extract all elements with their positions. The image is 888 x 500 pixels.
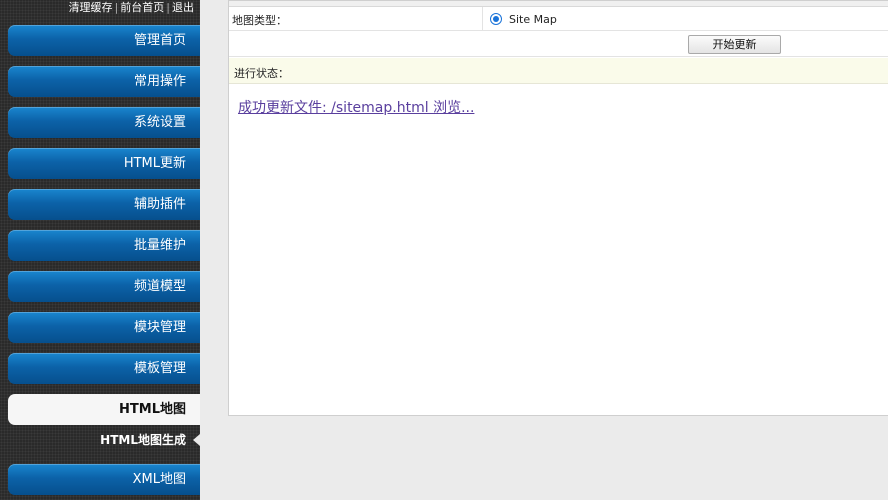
status-label: 进行状态： — [234, 67, 289, 80]
sidebar-item-batch-maintenance[interactable]: 批量维护 — [8, 230, 200, 261]
active-pointer-icon — [193, 434, 200, 446]
sidebar-item-channel-model[interactable]: 频道模型 — [8, 271, 200, 302]
sidebar-item-module-management[interactable]: 模块管理 — [8, 312, 200, 343]
status-row: 进行状态： — [229, 58, 888, 84]
sidebar-item-plugins[interactable]: 辅助插件 — [8, 189, 200, 220]
top-links: 清理缓存 | 前台首页 | 退出 — [0, 0, 200, 18]
map-type-row: 地图类型： Site Map — [229, 7, 888, 31]
start-update-button[interactable]: 开始更新 — [688, 35, 781, 54]
sidebar-item-xml-map[interactable]: XML地图 — [8, 464, 200, 495]
sidebar-item-system-settings[interactable]: 系统设置 — [8, 107, 200, 138]
sidebar-item-html-update[interactable]: HTML更新 — [8, 148, 200, 179]
clear-cache-link[interactable]: 清理缓存 — [69, 1, 113, 14]
sidebar-item-html-map[interactable]: HTML地图 — [8, 394, 200, 425]
sidebar-item-template-management[interactable]: 模板管理 — [8, 353, 200, 384]
sitemap-form-panel: 地图类型： Site Map 开始更新 进行状态： 成功更新文件: /sitem… — [228, 0, 888, 416]
top-link-separator: | — [166, 1, 170, 14]
logout-link[interactable]: 退出 — [172, 1, 194, 14]
sidebar-subitem-html-map-generate[interactable]: HTML地图生成 — [0, 426, 200, 454]
sidebar-item-common-ops[interactable]: 常用操作 — [8, 66, 200, 97]
result-link[interactable]: 成功更新文件: /sitemap.html 浏览... — [238, 97, 474, 117]
map-type-label: 地图类型： — [232, 14, 287, 27]
column-divider — [482, 7, 483, 31]
site-map-radio[interactable] — [490, 13, 502, 25]
action-row: 开始更新 — [229, 32, 888, 57]
frontend-home-link[interactable]: 前台首页 — [120, 1, 164, 14]
main-content: 地图类型： Site Map 开始更新 进行状态： 成功更新文件: /sitem… — [200, 0, 888, 500]
sidebar-item-admin-home[interactable]: 管理首页 — [8, 25, 200, 56]
sidebar-subitem-label: HTML地图生成 — [100, 433, 186, 447]
site-map-radio-label[interactable]: Site Map — [509, 13, 557, 26]
sidebar: 清理缓存 | 前台首页 | 退出 管理首页 常用操作 系统设置 HTML更新 辅助插件 … — [0, 0, 200, 500]
